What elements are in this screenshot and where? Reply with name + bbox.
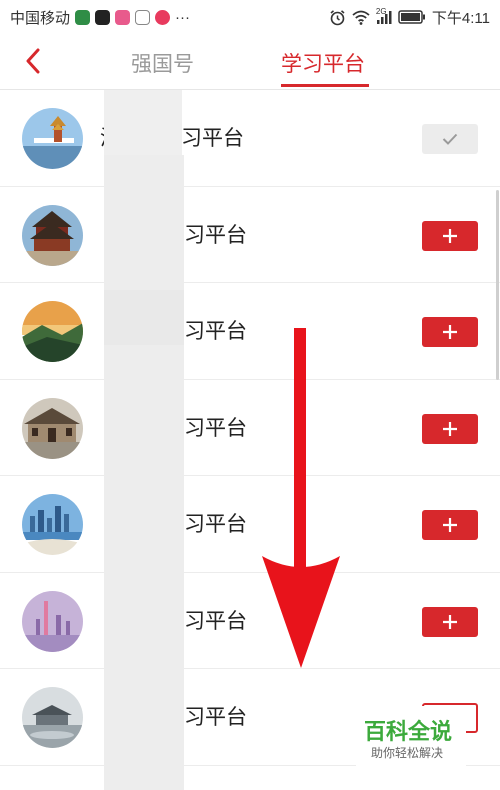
- add-button[interactable]: [422, 510, 478, 540]
- pink-app-notification-icon: [115, 9, 131, 25]
- avatar: [22, 204, 83, 266]
- play-app-notification-icon: [155, 9, 171, 25]
- carrier-label: 中国移动: [10, 9, 71, 27]
- list-item[interactable]: 习平台: [0, 187, 500, 283]
- more-notifications-indicator: ···: [175, 8, 191, 26]
- scrollbar[interactable]: [496, 190, 499, 380]
- clock-label: 下午4:11: [431, 9, 490, 27]
- platform-name-suffix: 习平台: [184, 512, 247, 536]
- platform-name-suffix: 习平台: [184, 608, 247, 633]
- list-item[interactable]: 习平台: [0, 283, 500, 380]
- network-type-label: 2G: [375, 7, 387, 16]
- avatar: [22, 590, 83, 652]
- plus-icon: [443, 518, 457, 532]
- battery-icon: [398, 10, 426, 24]
- back-button[interactable]: [18, 46, 48, 76]
- censor-overlay: [104, 155, 184, 790]
- list-item[interactable]: 习平台: [0, 380, 500, 476]
- alarm-icon: [329, 9, 346, 26]
- plus-icon: [443, 421, 457, 436]
- add-button[interactable]: [422, 317, 478, 347]
- app-notification-icon: [75, 9, 91, 25]
- plus-icon: [443, 228, 457, 243]
- chevron-left-icon: [26, 48, 40, 74]
- plus-icon: [443, 614, 457, 629]
- chat-app-notification-icon: [135, 9, 151, 25]
- avatar: [22, 301, 83, 362]
- list-item[interactable]: 渚习平台: [0, 90, 500, 187]
- tab-qiangguohao[interactable]: 强国号: [131, 48, 194, 78]
- scroll-down-arrow-icon: [262, 328, 340, 668]
- list-item[interactable]: 习平台: [0, 573, 500, 669]
- avatar: [22, 108, 83, 169]
- plus-icon: [443, 325, 457, 339]
- status-bar: 中国移动 ··· 2G 下午4:11: [0, 0, 500, 34]
- platform-list: 渚习平台 习平台 习平台 习平台 习平台: [0, 90, 500, 766]
- platform-name-suffix: 习平台: [184, 705, 247, 729]
- signal-icon: 2G: [375, 7, 392, 24]
- avatar: [22, 687, 83, 748]
- platform-name-suffix: 习平台: [184, 319, 247, 343]
- check-icon: [442, 133, 458, 145]
- add-button[interactable]: [422, 220, 478, 251]
- watermark-subtitle: 助你轻松解决: [371, 746, 444, 760]
- avatar: [22, 494, 83, 555]
- add-button[interactable]: [422, 606, 478, 637]
- platform-name-suffix: 习平台: [184, 222, 247, 247]
- tiktok-notification-icon: [95, 9, 111, 25]
- add-button[interactable]: [422, 413, 478, 444]
- subscribed-button[interactable]: [422, 124, 478, 154]
- tab-learning-platform[interactable]: 学习平台: [281, 48, 365, 78]
- platform-name-suffix: 习平台: [181, 126, 244, 150]
- watermark: 百科全说 助你轻松解决: [356, 706, 466, 766]
- watermark-title: 百科全说: [364, 719, 453, 744]
- active-tab-indicator: [281, 84, 369, 87]
- platform-name-suffix: 习平台: [184, 415, 247, 440]
- avatar: [22, 397, 83, 459]
- header-bar: 强国号 学习平台: [0, 34, 500, 90]
- wifi-icon: [352, 10, 370, 25]
- list-item[interactable]: 习平台: [0, 476, 500, 573]
- censor-overlay: [104, 290, 184, 345]
